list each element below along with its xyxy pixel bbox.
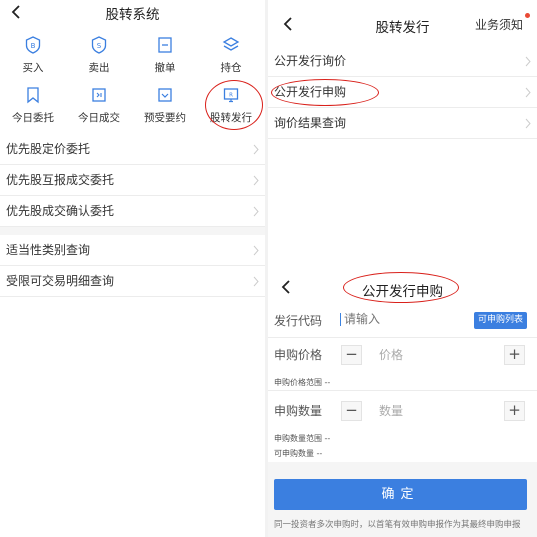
chevron-right-icon — [253, 245, 259, 256]
today-orders-icon — [27, 87, 39, 104]
chevron-right-icon — [253, 144, 259, 155]
quantity-input[interactable]: 数量 — [379, 402, 403, 419]
issuance-screen: 股转发行 业务须知 公开发行询价 公开发行申购 询价结果查询 — [268, 0, 537, 265]
text-cursor — [340, 313, 341, 326]
grid-label: 撤单 — [154, 62, 176, 74]
svg-text:B: B — [31, 42, 36, 50]
grid-label: 今日成交 — [78, 112, 120, 124]
quantity-range-label: 申购数量范围 — [274, 434, 322, 443]
grid-label: 持仓 — [220, 62, 242, 74]
chevron-right-icon — [253, 276, 259, 287]
subscription-note: 同一投资者多次申购时，以首笔有效申购申报作为其最终申购申报 — [274, 520, 521, 530]
notice-label: 业务须知 — [474, 18, 523, 32]
quantity-range-value: -- — [324, 434, 331, 443]
available-quantity-label: 可申购数量 — [274, 449, 314, 458]
grid-label: 股转发行 — [210, 112, 252, 124]
subscribable-list-button[interactable]: 可申购列表 — [473, 312, 527, 329]
issue-code-row: 发行代码 可申购列表 — [268, 304, 537, 337]
stock-transfer-screen: 股转系统 B 买入 S 卖出 撤单 持仓 今日委托 今日成交 预受要约 R 股转… — [0, 0, 265, 537]
grid-label: 卖出 — [88, 62, 110, 74]
list-item[interactable]: 适当性类别查询 — [0, 235, 265, 266]
sell-icon: S — [91, 36, 107, 54]
quantity-label: 申购数量 — [274, 404, 323, 418]
price-input[interactable]: 价格 — [379, 346, 403, 363]
list-item[interactable]: 受限可交易明细查询 — [0, 266, 265, 297]
notification-dot — [525, 13, 530, 18]
tender-offer-icon — [158, 88, 172, 102]
grid-item-today-deals[interactable]: 今日成交 — [66, 86, 132, 132]
price-range-text: 申购价格范围 -- — [274, 377, 330, 388]
divider — [268, 390, 537, 391]
chevron-right-icon — [525, 56, 531, 67]
grid-label: 今日委托 — [12, 112, 54, 124]
list-item-label: 受限可交易明细查询 — [6, 274, 115, 288]
chevron-right-icon — [525, 118, 531, 129]
svg-text:R: R — [229, 93, 233, 99]
cancel-order-icon — [158, 37, 172, 53]
quantity-plus-button[interactable]: + — [504, 401, 525, 421]
price-minus-button[interactable]: − — [341, 345, 362, 365]
holdings-icon — [222, 37, 240, 51]
quantity-row: 申购数量 − 数量 + — [268, 394, 537, 427]
list-item-label: 优先股互报成交委托 — [6, 173, 115, 187]
issuance-icon: R — [223, 88, 239, 103]
list-item-label: 公开发行询价 — [274, 54, 347, 68]
price-range-value: -- — [324, 378, 331, 387]
list-item[interactable]: 公开发行申购 — [268, 77, 537, 108]
price-plus-button[interactable]: + — [504, 345, 525, 365]
list-item-label: 适当性类别查询 — [6, 243, 91, 257]
list-item-label: 询价结果查询 — [274, 116, 347, 130]
list-item[interactable]: 公开发行询价 — [268, 46, 537, 77]
issue-code-label: 发行代码 — [274, 314, 323, 328]
chevron-right-icon — [253, 175, 259, 186]
public-subscription-screen: 公开发行申购 发行代码 可申购列表 申购价格 − 价格 + 申购价格范围 -- … — [268, 266, 537, 537]
business-notice-link[interactable]: 业务须知 — [474, 13, 530, 33]
list-item[interactable]: 优先股互报成交委托 — [0, 165, 265, 196]
available-quantity-text: 可申购数量 -- — [274, 448, 322, 459]
list-item-label: 公开发行申购 — [274, 85, 347, 99]
nav-bar: 公开发行申购 — [268, 274, 537, 300]
grid-label: 预受要约 — [144, 112, 186, 124]
list-item-label: 优先股成交确认委托 — [6, 204, 115, 218]
buy-icon: B — [25, 36, 41, 54]
preferred-stock-list: 优先股定价委托 优先股互报成交委托 优先股成交确认委托 适当性类别查询 受限可交… — [0, 134, 265, 297]
price-label: 申购价格 — [274, 348, 323, 362]
available-quantity-value: -- — [316, 449, 323, 458]
page-title: 公开发行申购 — [362, 284, 443, 300]
chevron-right-icon — [525, 87, 531, 98]
grid-item-issuance[interactable]: R 股转发行 — [198, 86, 264, 132]
grid-label: 买入 — [22, 62, 44, 74]
quantity-minus-button[interactable]: − — [341, 401, 362, 421]
nav-bar: 股转系统 — [0, 0, 265, 26]
grid-item-buy[interactable]: B 买入 — [0, 36, 66, 82]
list-item[interactable]: 询价结果查询 — [268, 108, 537, 139]
issue-code-input[interactable] — [344, 310, 464, 328]
list-item-label: 优先股定价委托 — [6, 142, 91, 156]
issuance-list: 公开发行询价 公开发行申购 询价结果查询 — [268, 46, 537, 139]
confirm-button[interactable]: 确定 — [274, 479, 527, 510]
page-title: 股转系统 — [105, 7, 160, 23]
grid-item-tender-offer[interactable]: 预受要约 — [132, 86, 198, 132]
list-item[interactable]: 优先股成交确认委托 — [0, 196, 265, 227]
grid-item-cancel[interactable]: 撤单 — [132, 36, 198, 82]
grid-item-today-orders[interactable]: 今日委托 — [0, 86, 66, 132]
chevron-right-icon — [253, 206, 259, 217]
grid-item-holdings[interactable]: 持仓 — [198, 36, 264, 82]
list-item[interactable]: 优先股定价委托 — [0, 134, 265, 165]
grid-item-sell[interactable]: S 卖出 — [66, 36, 132, 82]
quantity-range-text: 申购数量范围 -- — [274, 433, 330, 444]
price-range-label: 申购价格范围 — [274, 378, 322, 387]
price-row: 申购价格 − 价格 + — [268, 338, 537, 371]
svg-text:S: S — [97, 42, 102, 50]
section-gap — [0, 227, 265, 235]
today-deals-icon — [92, 88, 106, 102]
